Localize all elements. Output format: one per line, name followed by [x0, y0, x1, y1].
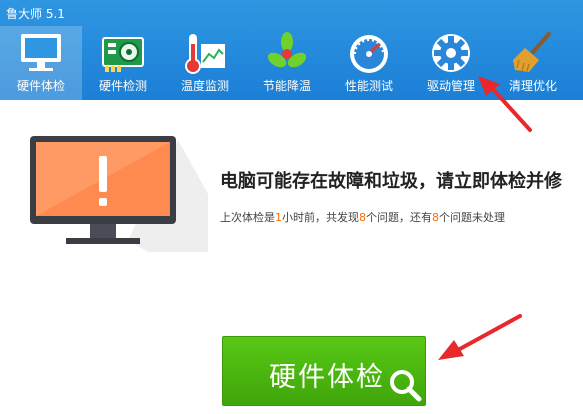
status-text: 上次体检是 — [220, 211, 275, 224]
nav-item-hardware-detection[interactable]: 硬件检测 — [82, 26, 164, 100]
nav-item-performance-test[interactable]: 性能测试 — [328, 26, 410, 100]
nav-label: 驱动管理 — [426, 79, 475, 93]
status-text: 个问题，还有 — [366, 211, 432, 224]
nav-label: 节能降温 — [262, 79, 311, 93]
remaining-problems-count: 8 — [432, 211, 439, 224]
thermometer-icon — [185, 34, 225, 74]
nav-item-hardware-checkup[interactable]: 硬件体检 — [0, 26, 82, 100]
nav-item-cleanup-optimize[interactable]: 清理优化 — [492, 26, 574, 100]
headline-warning: 电脑可能存在故障和垃圾，请立即体检并修 — [220, 171, 562, 192]
warning-monitor-illustration — [30, 136, 208, 252]
hours-count: 1 — [275, 211, 282, 224]
main-nav: 硬件体检 硬件检测 温度监测 节能降温 性能测试 驱动管理 清理优化 — [0, 26, 583, 100]
nav-label: 硬件体检 — [16, 79, 65, 93]
nav-item-temperature[interactable]: 温度监测 — [164, 26, 246, 100]
nav-item-driver-management[interactable]: 驱动管理 — [410, 26, 492, 100]
fan-icon — [267, 32, 307, 68]
hardware-checkup-button[interactable]: 硬件体检 — [222, 336, 426, 406]
monitor-icon — [21, 34, 61, 71]
check-button-label: 硬件体检 — [269, 362, 385, 393]
app-title: 鲁大师 5.1 — [6, 7, 65, 21]
nav-label: 温度监测 — [180, 79, 229, 93]
nav-label: 性能测试 — [344, 79, 393, 93]
nav-item-energy-saving[interactable]: 节能降温 — [246, 26, 328, 100]
status-text: 个问题未处理 — [439, 211, 505, 224]
nav-label: 硬件检测 — [98, 79, 147, 93]
last-check-status: 上次体检是1小时前，共发现8个问题，还有8个问题未处理 — [220, 209, 505, 225]
broom-icon — [513, 32, 551, 72]
graphics-card-icon — [102, 37, 144, 72]
gear-icon — [432, 34, 470, 72]
speedometer-icon — [350, 35, 388, 73]
top-bar: 鲁大师 5.1 硬件体检 硬件检测 温度监测 节能降温 性能测试 驱动管理 清理… — [0, 0, 583, 100]
annotation-arrow-button — [438, 314, 522, 360]
status-text: 小时前，共发现 — [282, 211, 359, 224]
search-icon — [390, 370, 422, 402]
found-problems-count: 8 — [359, 211, 366, 224]
nav-label: 清理优化 — [508, 79, 557, 93]
